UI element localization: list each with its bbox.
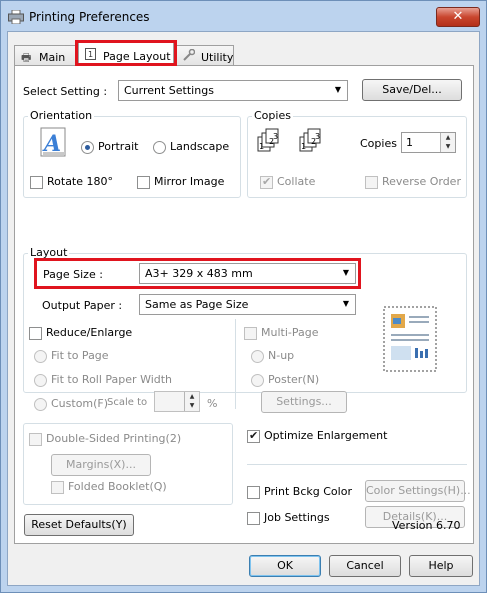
custom-label: Custom(F) — [51, 397, 109, 410]
copies-title: Copies — [252, 109, 293, 122]
help-button[interactable]: Help — [409, 555, 473, 577]
output-paper-dropdown[interactable]: Same as Page Size ▼ — [139, 294, 356, 315]
multi-page-label: Multi-Page — [261, 326, 319, 339]
fit-to-page-radio[interactable] — [34, 350, 47, 363]
folded-booklet-checkbox[interactable] — [51, 481, 64, 494]
scale-stepper[interactable]: ▲ ▼ — [154, 391, 200, 412]
folded-booklet-label: Folded Booklet(Q) — [68, 480, 167, 493]
version-label: Version 6.70 — [392, 519, 461, 532]
print-bckg-color-label: Print Bckg Color — [264, 485, 352, 498]
poster-label: Poster(N) — [268, 373, 320, 386]
orientation-group: Orientation A Portrait Landscape Rotate … — [23, 109, 241, 198]
spin-arrows-icon[interactable]: ▲ ▼ — [440, 133, 455, 152]
orientation-preview-icon: A — [40, 127, 66, 157]
color-settings-button[interactable]: Color Settings(H)... — [365, 480, 471, 502]
page-layout-panel: Select Setting : Current Settings ▼ Save… — [14, 65, 474, 544]
copies-group: Copies 123 123 Copies : 1 ▲▼ Collate Rev… — [247, 109, 467, 198]
close-icon: ✕ — [452, 9, 464, 24]
optimize-enlargement-checkbox[interactable] — [247, 429, 260, 443]
spin-arrows-icon[interactable]: ▲ ▼ — [184, 392, 199, 411]
dialog-client: 🖶 Main 1 Page Layout Utility Select Setti… — [7, 31, 480, 586]
select-setting-label: Select Setting : — [23, 85, 108, 98]
select-setting-value: Current Settings — [124, 84, 214, 97]
svg-text:3: 3 — [315, 132, 320, 141]
select-setting-dropdown[interactable]: Current Settings ▼ — [118, 80, 348, 101]
multi-page-checkbox[interactable] — [244, 327, 257, 340]
page-preview-icon — [383, 306, 437, 372]
reduce-enlarge-checkbox[interactable] — [29, 327, 42, 340]
reset-defaults-button[interactable]: Reset Defaults(Y) — [24, 514, 134, 536]
landscape-radio[interactable] — [153, 141, 166, 154]
svg-text:1: 1 — [259, 142, 264, 151]
margins-button[interactable]: Margins(X)... — [51, 454, 151, 476]
percent-label: % — [207, 397, 218, 410]
collate-preview-icon: 123 123 — [257, 128, 321, 152]
rotate-180-label: Rotate 180° — [47, 175, 114, 188]
layout-divider — [235, 319, 236, 409]
chevron-down-icon: ▼ — [342, 268, 349, 277]
fit-to-roll-label: Fit to Roll Paper Width — [51, 373, 173, 386]
tab-main[interactable]: 🖶 Main — [14, 45, 78, 65]
page-size-value: A3+ 329 x 483 mm — [145, 267, 253, 280]
fit-to-page-label: Fit to Page — [51, 349, 109, 362]
separator — [247, 464, 467, 465]
orientation-title: Orientation — [28, 109, 95, 122]
poster-radio[interactable] — [251, 374, 264, 387]
reduce-enlarge-label: Reduce/Enlarge — [46, 326, 133, 339]
svg-text:1: 1 — [301, 142, 306, 151]
tab-utility-label: Utility — [201, 51, 234, 64]
n-up-label: N-up — [268, 349, 295, 362]
save-del-button[interactable]: Save/Del... — [362, 79, 462, 101]
wrench-icon — [183, 48, 197, 64]
tab-page-layout-label: Page Layout — [103, 50, 171, 63]
copies-label: Copies : — [360, 137, 405, 150]
printing-preferences-window: Printing Preferences ✕ 🖶 Main 1 Page Layo… — [0, 0, 487, 593]
portrait-radio[interactable] — [81, 141, 94, 154]
tab-page-layout[interactable]: 1 Page Layout — [78, 42, 174, 66]
double-sided-label: Double-Sided Printing(2) — [46, 432, 182, 445]
svg-text:1: 1 — [88, 50, 93, 59]
ok-button[interactable]: OK — [249, 555, 321, 577]
layout-title: Layout — [28, 246, 70, 259]
cancel-button[interactable]: Cancel — [329, 555, 401, 577]
close-button[interactable]: ✕ — [436, 7, 480, 27]
tab-main-label: Main — [39, 51, 66, 64]
mirror-image-label: Mirror Image — [154, 175, 225, 188]
copies-value: 1 — [406, 136, 413, 149]
print-bckg-color-checkbox[interactable] — [247, 486, 260, 499]
svg-text:3: 3 — [273, 132, 278, 141]
reverse-order-checkbox[interactable] — [365, 176, 378, 189]
printer-icon — [8, 10, 24, 24]
double-sided-checkbox[interactable] — [29, 433, 42, 446]
copies-stepper[interactable]: 1 ▲ ▼ — [401, 132, 456, 153]
collate-checkbox[interactable] — [260, 175, 273, 189]
tab-utility[interactable]: Utility — [176, 45, 234, 65]
chevron-down-icon: ▼ — [342, 299, 349, 308]
page-size-dropdown[interactable]: A3+ 329 x 483 mm ▼ — [139, 263, 356, 284]
portrait-label: Portrait — [98, 140, 139, 153]
job-settings-checkbox[interactable] — [247, 512, 260, 525]
chevron-down-icon: ▼ — [334, 85, 341, 94]
svg-text:A: A — [42, 131, 61, 157]
page-icon: 1 — [85, 48, 99, 63]
output-paper-value: Same as Page Size — [145, 298, 249, 311]
n-up-radio[interactable] — [251, 350, 264, 363]
output-paper-label: Output Paper : — [42, 299, 123, 312]
window-title: Printing Preferences — [29, 10, 150, 24]
landscape-label: Landscape — [170, 140, 230, 153]
mirror-image-checkbox[interactable] — [137, 176, 150, 189]
fit-to-roll-radio[interactable] — [34, 374, 47, 387]
job-settings-label: Job Settings — [264, 511, 330, 524]
title-bar[interactable]: Printing Preferences ✕ — [1, 1, 486, 31]
collate-label: Collate — [277, 175, 316, 188]
multi-page-settings-button[interactable]: Settings... — [261, 391, 347, 413]
optimize-enlargement-label: Optimize Enlargement — [264, 429, 388, 442]
page-size-label: Page Size : — [43, 268, 103, 281]
reverse-order-label: Reverse Order — [382, 175, 461, 188]
rotate-180-checkbox[interactable] — [30, 176, 43, 189]
custom-radio[interactable] — [34, 398, 47, 411]
scale-to-label: Scale to — [107, 397, 148, 408]
